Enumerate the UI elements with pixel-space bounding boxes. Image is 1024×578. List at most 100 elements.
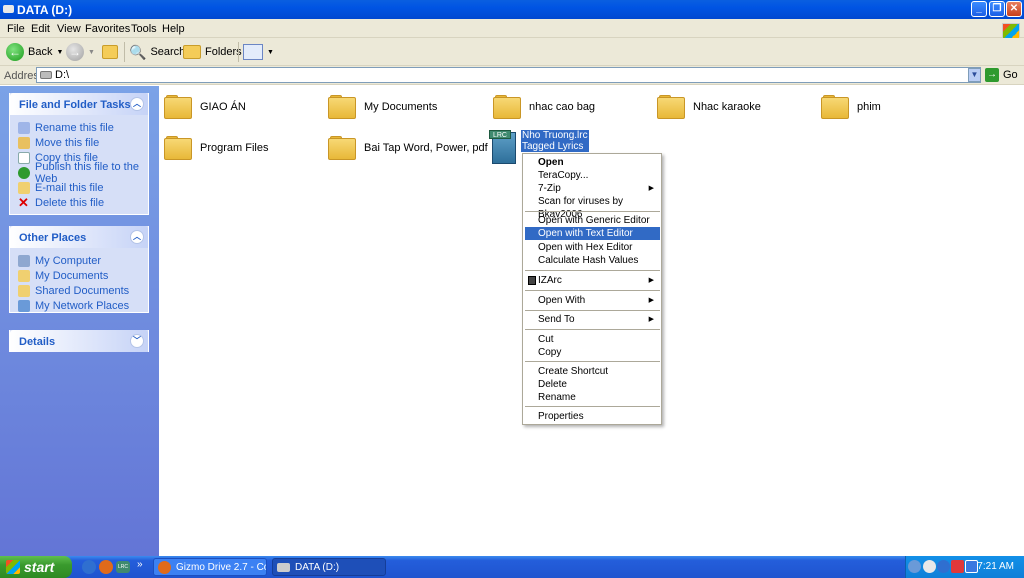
folders-button[interactable]: Folders bbox=[183, 42, 242, 62]
views-button[interactable]: ▼ bbox=[243, 42, 274, 62]
windows-logo-icon bbox=[1002, 23, 1020, 39]
start-button[interactable]: start bbox=[0, 556, 72, 578]
back-button[interactable]: ← Back ▼ bbox=[6, 42, 63, 62]
menu-open-text-editor[interactable]: Open with Text Editor bbox=[525, 227, 660, 240]
menu-open-hex-editor[interactable]: Open with Hex Editor bbox=[525, 241, 660, 254]
task-move[interactable]: Move this file bbox=[18, 135, 148, 150]
panel-header[interactable]: Details ﹀ bbox=[10, 330, 148, 352]
menu-open[interactable]: Open bbox=[525, 156, 660, 169]
menu-view[interactable]: View bbox=[57, 23, 81, 35]
collapse-icon[interactable]: ︿ bbox=[130, 230, 144, 244]
menu-bar: File Edit View Favorites Tools Help bbox=[0, 19, 1024, 39]
folder-item[interactable]: phim bbox=[821, 95, 881, 119]
menu-favorites[interactable]: Favorites bbox=[85, 23, 130, 35]
menu-edit[interactable]: Edit bbox=[31, 23, 50, 35]
menu-copy[interactable]: Copy bbox=[525, 346, 660, 359]
up-button[interactable] bbox=[102, 42, 118, 62]
forward-dropdown-icon[interactable]: ▼ bbox=[88, 49, 95, 56]
task-label: E-mail this file bbox=[35, 181, 104, 194]
menu-rename[interactable]: Rename bbox=[525, 391, 660, 404]
task-label: Delete this file bbox=[35, 196, 105, 209]
menu-7zip[interactable]: 7-Zip ▶ bbox=[525, 182, 660, 195]
menu-help[interactable]: Help bbox=[162, 23, 185, 35]
menu-calculate-hash[interactable]: Calculate Hash Values bbox=[525, 254, 660, 267]
menu-izarc[interactable]: IZArc ▶ bbox=[525, 274, 660, 287]
menu-properties[interactable]: Properties bbox=[525, 410, 660, 423]
delete-icon: ✕ bbox=[18, 194, 29, 210]
menu-create-shortcut[interactable]: Create Shortcut bbox=[525, 365, 660, 378]
folder-item[interactable]: Bai Tap Word, Power, pdf bbox=[328, 136, 488, 160]
task-delete[interactable]: ✕ Delete this file bbox=[18, 195, 148, 210]
panel-header[interactable]: File and Folder Tasks ︿ bbox=[10, 93, 148, 115]
lrc-quicklaunch-icon[interactable]: LRC bbox=[116, 561, 130, 573]
task-label: Move this file bbox=[35, 136, 100, 149]
place-label: My Network Places bbox=[35, 299, 130, 312]
drive-icon bbox=[3, 5, 14, 13]
tray-arrow-icon[interactable] bbox=[908, 560, 921, 573]
forward-button[interactable]: → ▼ bbox=[66, 42, 95, 62]
task-rename[interactable]: Rename this file bbox=[18, 120, 148, 135]
task-label: Rename this file bbox=[35, 121, 114, 134]
menu-label: Send To bbox=[538, 314, 575, 325]
go-arrow-icon: → bbox=[985, 68, 999, 82]
close-button[interactable]: ✕ bbox=[1006, 1, 1022, 17]
address-input[interactable]: D:\ bbox=[36, 67, 981, 83]
menu-file[interactable]: File bbox=[7, 23, 25, 35]
folder-item[interactable]: nhac cao bag bbox=[493, 95, 595, 119]
internet-explorer-icon[interactable] bbox=[82, 560, 96, 574]
forward-arrow-icon: → bbox=[66, 43, 84, 61]
place-network[interactable]: My Network Places bbox=[18, 298, 148, 313]
place-label: Shared Documents bbox=[35, 284, 130, 297]
toolbar-separator bbox=[238, 42, 239, 62]
panel-title: File and Folder Tasks bbox=[19, 99, 131, 111]
menu-scan-viruses[interactable]: Scan for viruses by Bkav2006 bbox=[525, 195, 660, 220]
place-my-computer[interactable]: My Computer bbox=[18, 253, 148, 268]
menu-open-generic-editor[interactable]: Open with Generic Editor bbox=[525, 214, 660, 227]
folders-label: Folders bbox=[205, 46, 242, 58]
menu-open-with[interactable]: Open With ▶ bbox=[525, 294, 660, 307]
maximize-button[interactable]: ❐ bbox=[989, 1, 1005, 17]
panel-title: Other Places bbox=[19, 232, 87, 244]
firefox-icon[interactable] bbox=[99, 560, 113, 574]
minimize-button[interactable]: _ bbox=[971, 1, 987, 17]
menu-separator bbox=[525, 406, 660, 407]
address-dropdown-icon[interactable]: ▼ bbox=[968, 68, 981, 82]
sync-icon[interactable] bbox=[923, 560, 936, 573]
folder-icon bbox=[657, 95, 685, 119]
menu-send-to[interactable]: Send To ▶ bbox=[525, 313, 660, 326]
menu-delete[interactable]: Delete bbox=[525, 378, 660, 391]
clock: 7:21 AM bbox=[977, 561, 1014, 572]
panel-header[interactable]: Other Places ︿ bbox=[10, 226, 148, 248]
folder-item[interactable]: My Documents bbox=[328, 95, 437, 119]
taskbar-item-data-drive[interactable]: DATA (D:) bbox=[272, 558, 386, 576]
folders-icon bbox=[183, 45, 201, 59]
task-label: Gizmo Drive 2.7 - Con... bbox=[176, 562, 266, 573]
menu-cut[interactable]: Cut bbox=[525, 333, 660, 346]
menu-separator bbox=[525, 270, 660, 271]
task-publish[interactable]: Publish this file to the Web bbox=[18, 161, 148, 185]
taskbar-item-gizmo[interactable]: Gizmo Drive 2.7 - Con... bbox=[153, 558, 267, 576]
monitor-icon[interactable] bbox=[965, 560, 978, 573]
toolbar-separator bbox=[124, 42, 125, 62]
menu-teracopy[interactable]: TeraCopy... bbox=[525, 169, 660, 182]
search-button[interactable]: 🔍 Search bbox=[129, 42, 185, 62]
drive-icon bbox=[40, 71, 52, 79]
expand-icon[interactable]: ﹀ bbox=[130, 334, 144, 348]
collapse-icon[interactable]: ︿ bbox=[130, 97, 144, 111]
folder-item[interactable]: Nhac karaoke bbox=[657, 95, 761, 119]
folder-item[interactable]: GIAO ÁN bbox=[164, 95, 246, 119]
antivirus-icon[interactable] bbox=[951, 560, 964, 573]
folder-item[interactable]: Program Files bbox=[164, 136, 268, 160]
quicklaunch-overflow-icon[interactable]: » bbox=[137, 559, 143, 570]
move-icon bbox=[18, 136, 30, 149]
back-arrow-icon: ← bbox=[6, 43, 24, 61]
email-icon bbox=[18, 181, 30, 194]
network-status-icon[interactable] bbox=[937, 560, 950, 573]
place-shared-documents[interactable]: Shared Documents bbox=[18, 283, 148, 298]
item-label: phim bbox=[857, 101, 881, 113]
place-my-documents[interactable]: My Documents bbox=[18, 268, 148, 283]
go-button[interactable]: → Go bbox=[985, 68, 1018, 82]
details-panel: Details ﹀ bbox=[9, 330, 149, 352]
back-dropdown-icon[interactable]: ▼ bbox=[56, 49, 63, 56]
menu-tools[interactable]: Tools bbox=[131, 23, 157, 35]
